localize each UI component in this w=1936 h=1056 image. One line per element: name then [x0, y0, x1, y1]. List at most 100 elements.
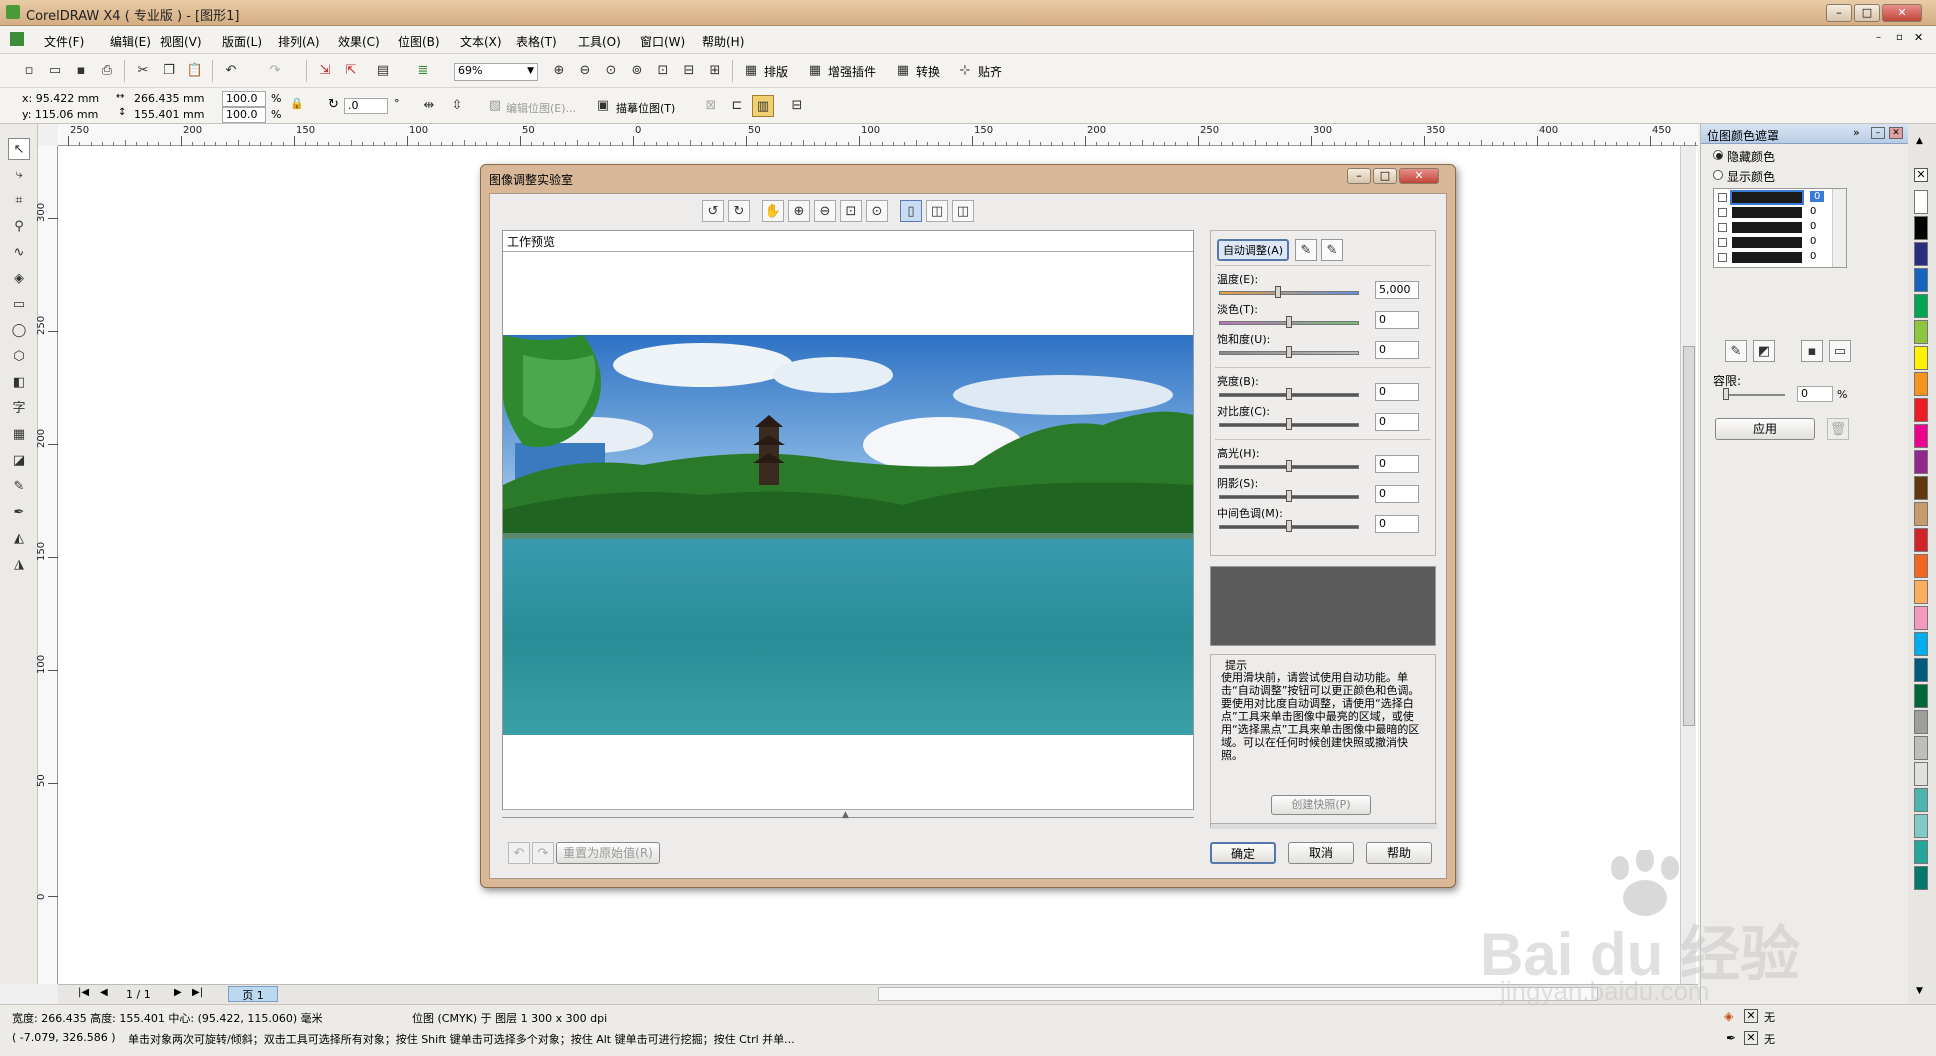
redo-adjust-icon[interactable]: ↷ [532, 842, 554, 864]
slider-value-field[interactable]: 0 [1375, 455, 1419, 473]
mask-color-swatch[interactable] [1732, 237, 1802, 248]
menu-11[interactable]: 帮助(H) [702, 33, 744, 50]
edit-color-icon[interactable]: ◩ [1753, 340, 1775, 362]
mask-checkbox[interactable] [1718, 253, 1727, 262]
palette-swatch[interactable] [1914, 398, 1928, 422]
dialog-maximize-button[interactable]: □ [1373, 168, 1397, 184]
palette-swatch[interactable] [1914, 866, 1928, 890]
docker-collapse-icon[interactable]: » [1853, 126, 1860, 139]
wrap-icon[interactable]: ⊟ [786, 95, 808, 117]
resample-icon[interactable]: ⊏ [726, 95, 748, 117]
list-scrollbar[interactable] [1832, 189, 1846, 267]
tolerance-slider[interactable] [1723, 388, 1785, 400]
zoom-in-icon[interactable]: ⊕ [548, 60, 570, 82]
snap-button[interactable]: 贴齐 [978, 63, 1002, 80]
palette-swatch[interactable] [1914, 684, 1928, 708]
zoom-selected-icon[interactable]: ⊙ [600, 60, 622, 82]
undo-icon[interactable]: ↶ [220, 60, 242, 82]
palette-swatch[interactable] [1914, 372, 1928, 396]
slider-thumb[interactable] [1286, 346, 1292, 358]
slider-thumb[interactable] [1286, 418, 1292, 430]
last-page-icon[interactable]: ▶| [192, 987, 203, 998]
slider-value-field[interactable]: 0 [1375, 515, 1419, 533]
palette-swatch[interactable] [1914, 268, 1928, 292]
color-picker-icon[interactable]: ✎ [1725, 340, 1747, 362]
plugin-button[interactable]: 增强插件 [828, 63, 876, 80]
hand-tool-icon[interactable]: ✋ [762, 200, 784, 222]
mask-checkbox[interactable] [1718, 208, 1727, 217]
dialog-minimize-button[interactable]: – [1347, 168, 1371, 184]
apply-button[interactable]: 应用 [1715, 418, 1815, 440]
slider-thumb[interactable] [1286, 388, 1292, 400]
help-button[interactable]: 帮助 [1366, 842, 1432, 864]
adjust-slider[interactable] [1219, 291, 1359, 295]
mirror-v-icon[interactable]: ⇳ [446, 95, 468, 117]
rotate-left-icon[interactable]: ↺ [702, 200, 724, 222]
x-position[interactable]: x: 95.422 mm [22, 92, 99, 105]
palette-swatch[interactable] [1914, 632, 1928, 656]
slider-thumb[interactable] [1274, 286, 1281, 298]
scale-x-field[interactable]: 100.0 [222, 91, 266, 107]
preview-zoom-out-icon[interactable]: ⊖ [814, 200, 836, 222]
slider-thumb[interactable] [1286, 316, 1292, 328]
zoom-width-icon[interactable]: ⊟ [678, 60, 700, 82]
rectangle-tool-icon[interactable]: ▭ [8, 294, 30, 316]
palette-swatch[interactable] [1914, 502, 1928, 526]
mdi-close-icon[interactable]: ✕ [1914, 31, 1923, 44]
export-icon[interactable]: ⇱ [340, 60, 362, 82]
slider-thumb[interactable] [1286, 490, 1292, 502]
palette-swatch[interactable] [1914, 216, 1928, 240]
close-button[interactable]: ✕ [1882, 4, 1922, 22]
new-icon[interactable]: ▫ [18, 60, 40, 82]
mask-checkbox[interactable] [1718, 223, 1727, 232]
splitter-handle[interactable]: ▲ [502, 810, 1194, 822]
next-page-icon[interactable]: ▶ [174, 987, 182, 998]
palette-swatch[interactable] [1914, 554, 1928, 578]
launcher-icon[interactable]: ▤ [372, 60, 394, 82]
ellipse-tool-icon[interactable]: ◯ [8, 320, 30, 342]
mirror-h-icon[interactable]: ⇹ [418, 95, 440, 117]
undo-adjust-icon[interactable]: ↶ [508, 842, 530, 864]
show-color-radio[interactable] [1713, 170, 1723, 180]
object-width[interactable]: 266.435 mm [134, 92, 204, 105]
basic-shapes-tool-icon[interactable]: ◧ [8, 372, 30, 394]
zoom-out-icon[interactable]: ⊖ [574, 60, 596, 82]
zoom-tool-icon[interactable]: ⚲ [8, 216, 30, 238]
palette-swatch[interactable] [1914, 346, 1928, 370]
palette-scroll-down-icon[interactable]: ▼ [1916, 986, 1923, 996]
palette-swatch[interactable] [1914, 580, 1928, 604]
no-fill-swatch[interactable]: ✕ [1914, 168, 1928, 182]
hide-color-radio[interactable] [1713, 150, 1723, 160]
copy-icon[interactable]: ❐ [158, 60, 180, 82]
slider-value-field[interactable]: 0 [1375, 341, 1419, 359]
mask-color-swatch[interactable] [1732, 222, 1802, 233]
mdi-minimize-icon[interactable]: – [1876, 32, 1881, 43]
menu-4[interactable]: 排列(A) [278, 33, 320, 50]
cut-icon[interactable]: ✂ [132, 60, 154, 82]
maximize-button[interactable]: □ [1854, 4, 1880, 22]
smart-fill-tool-icon[interactable]: ◈ [8, 268, 30, 290]
outline-tool-icon[interactable]: ✒ [8, 502, 30, 524]
docker-minimize-icon[interactable]: – [1871, 127, 1885, 139]
palette-swatch[interactable] [1914, 190, 1928, 214]
text-tool-icon[interactable]: 字 [8, 398, 30, 420]
ok-button[interactable]: 确定 [1210, 842, 1276, 864]
angle-field[interactable]: .0 [344, 98, 388, 114]
open-mask-icon[interactable]: ▭ [1829, 340, 1851, 362]
page-tab[interactable]: 页 1 [228, 986, 278, 1002]
minimize-button[interactable]: – [1826, 4, 1852, 22]
save-mask-icon[interactable]: ▪ [1801, 340, 1823, 362]
rotate-right-icon[interactable]: ↻ [728, 200, 750, 222]
reset-button[interactable]: 重置为原始值(R) [556, 842, 660, 864]
object-height[interactable]: 155.401 mm [134, 108, 204, 121]
fill-tool-icon[interactable]: ◭ [8, 528, 30, 550]
bitmap-mask-icon[interactable]: ▥ [752, 95, 774, 117]
menu-2[interactable]: 视图(V) [160, 33, 202, 50]
pick-tool-icon[interactable]: ↖ [8, 138, 30, 160]
fill-none-swatch[interactable]: ✕ [1744, 1009, 1758, 1023]
palette-swatch[interactable] [1914, 424, 1928, 448]
tolerance-field[interactable]: 0 [1797, 386, 1833, 402]
menu-7[interactable]: 文本(X) [460, 33, 502, 50]
slider-thumb[interactable] [1286, 520, 1292, 532]
auto-adjust-button[interactable]: 自动调整(A) [1217, 239, 1289, 261]
